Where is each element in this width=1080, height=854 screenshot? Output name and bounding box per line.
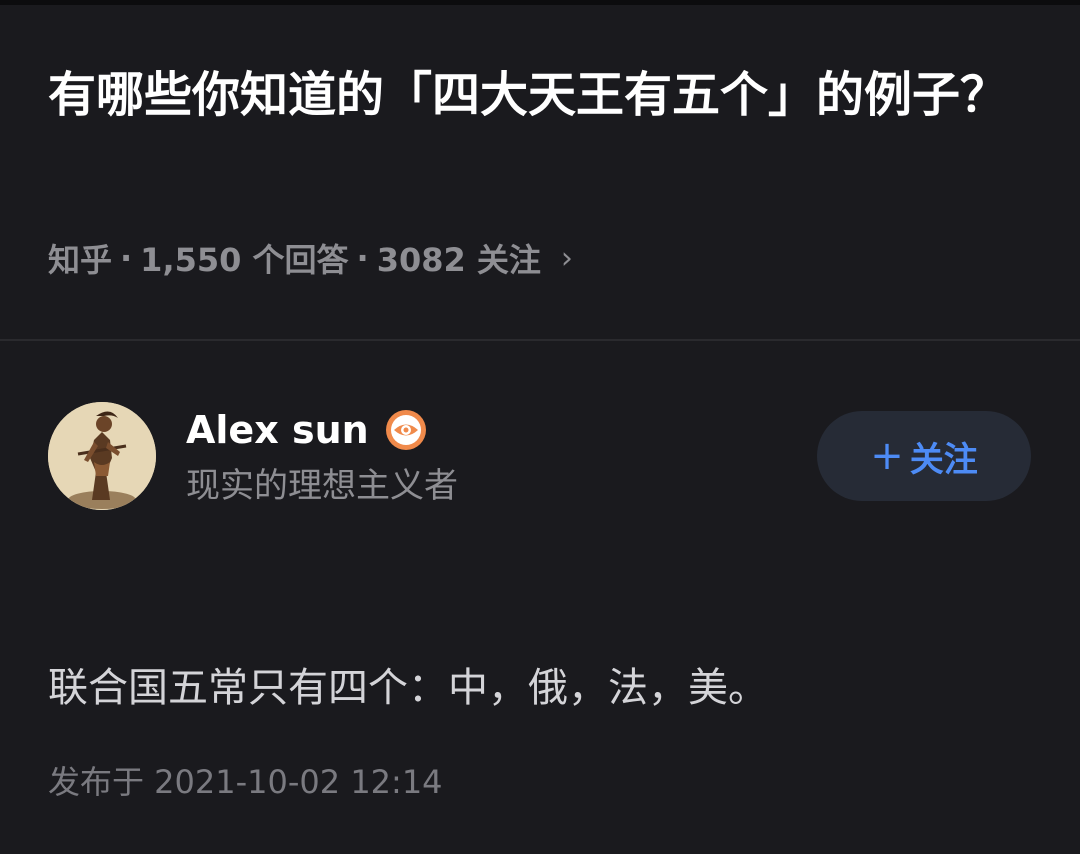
follow-button-label: 关注	[909, 439, 978, 480]
answer-content[interactable]: 联合国五常只有四个：中，俄，法，美。	[48, 658, 1038, 718]
source-label: 知乎	[48, 241, 113, 279]
question-title[interactable]: 有哪些你知道的「四大天王有五个」的例子？	[48, 56, 1038, 134]
author-name-row[interactable]: Alex sun	[186, 402, 427, 458]
avatar[interactable]	[48, 402, 156, 510]
meta-separator: ·	[120, 239, 133, 277]
publish-time: 发布于 2021-10-02 12:14	[48, 763, 443, 801]
divider	[0, 339, 1080, 341]
follower-count: 3082 关注	[376, 241, 541, 279]
follow-button[interactable]: + 关注	[817, 411, 1031, 501]
status-bar-strip	[0, 0, 1080, 5]
meta-separator: ·	[356, 239, 369, 277]
eye-badge-icon	[385, 409, 427, 451]
warrior-avatar-icon	[48, 402, 156, 510]
author-bio: 现实的理想主义者	[186, 466, 458, 506]
answer-count: 1,550 个回答	[140, 241, 349, 279]
plus-icon: +	[870, 433, 904, 479]
question-meta[interactable]: 知乎 · 1,550 个回答 · 3082 关注 ›	[48, 234, 573, 282]
chevron-right-icon: ›	[560, 240, 573, 276]
author-name[interactable]: Alex sun	[186, 408, 369, 452]
